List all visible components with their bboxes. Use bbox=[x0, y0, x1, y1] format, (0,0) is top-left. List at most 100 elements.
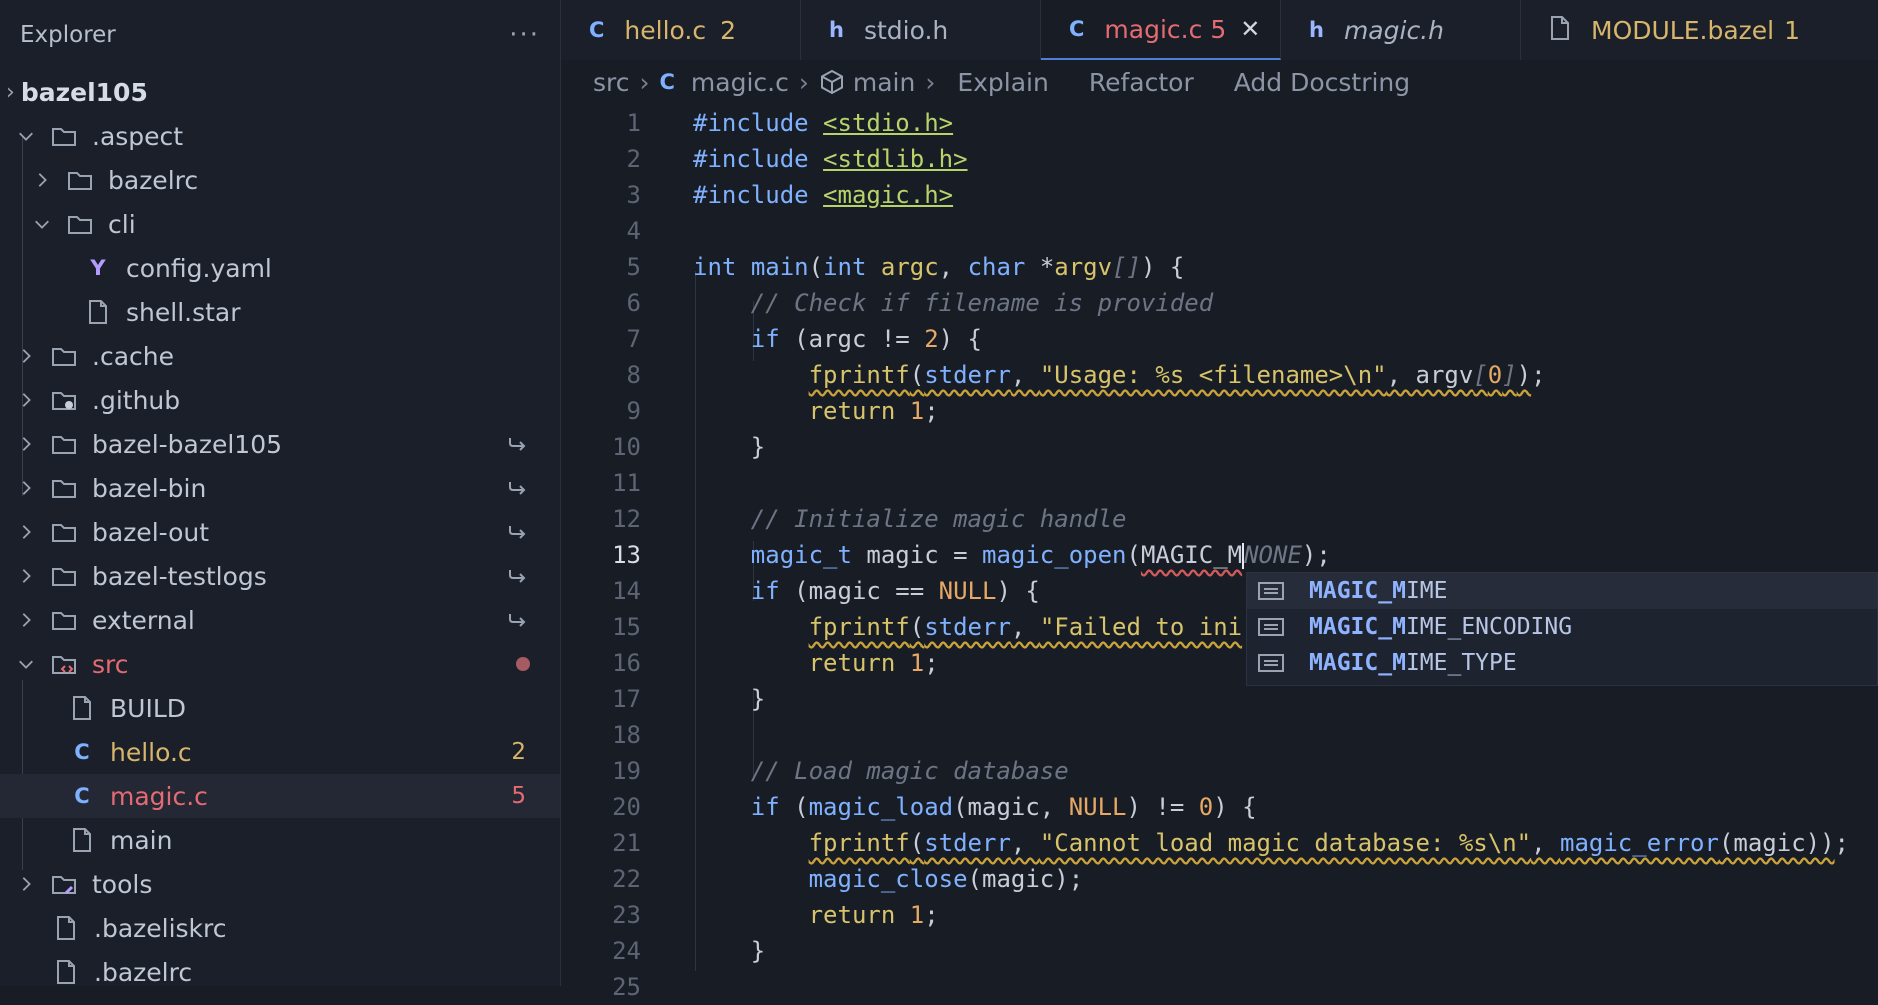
tree-folder-bazelrc[interactable]: bazelrc bbox=[0, 158, 560, 202]
tree-file-magic-c[interactable]: C magic.c 5 bbox=[0, 774, 560, 818]
tree-file-bazelrc[interactable]: .bazelrc bbox=[0, 950, 560, 986]
code-text: if (magic == NULL) { bbox=[750, 577, 1040, 605]
tree-folder-src[interactable]: src bbox=[0, 642, 560, 686]
line-number: 14 bbox=[612, 577, 641, 605]
tree-item-label: .bazelrc bbox=[94, 957, 193, 987]
chevron-right-icon bbox=[32, 170, 52, 190]
suggestion-item[interactable]: MAGIC_MIME_ENCODING bbox=[1247, 609, 1877, 645]
problem-count-badge: 5 bbox=[511, 783, 526, 809]
code-text: } bbox=[693, 937, 766, 965]
tree-folder-bazel-testlogs[interactable]: bazel-testlogs bbox=[0, 554, 560, 598]
code-line: 12 // Initialize magic handle bbox=[561, 501, 1878, 537]
tree-folder-external[interactable]: external bbox=[0, 598, 560, 642]
c-file-icon: C bbox=[589, 18, 605, 42]
folder-icon bbox=[66, 166, 94, 194]
code-line: 23 return 1; bbox=[561, 897, 1878, 933]
code-line: 10 } bbox=[561, 429, 1878, 465]
tree-file-main[interactable]: main bbox=[0, 818, 560, 862]
tree-file-hello-c[interactable]: C hello.c 2 bbox=[0, 730, 560, 774]
code-text: return 1; bbox=[808, 649, 939, 677]
tree-file-bazeliskrc[interactable]: .bazeliskrc bbox=[0, 906, 560, 950]
tree-folder-bazel-out[interactable]: bazel-out bbox=[0, 510, 560, 554]
tree-item-label: cli bbox=[108, 209, 136, 239]
tree-folder-bazel-bin[interactable]: bazel-bin bbox=[0, 466, 560, 510]
tree-root[interactable]: › bazel105 bbox=[0, 70, 560, 114]
line-number: 2 bbox=[626, 145, 641, 173]
tree-file-build[interactable]: BUILD bbox=[0, 686, 560, 730]
constant-symbol-icon bbox=[1258, 582, 1284, 600]
folder-icon bbox=[66, 210, 94, 238]
close-icon[interactable]: ✕ bbox=[1240, 15, 1260, 43]
tree-file-config-yaml[interactable]: Y config.yaml bbox=[0, 246, 560, 290]
tab-magic-c[interactable]: C magic.c 5 ✕ bbox=[1041, 0, 1281, 60]
tree-item-label: .aspect bbox=[92, 121, 184, 151]
constant-symbol-icon bbox=[1258, 654, 1284, 672]
line-number: 18 bbox=[612, 721, 641, 749]
tree-file-shell-star[interactable]: shell.star bbox=[0, 290, 560, 334]
chevron-right-icon bbox=[16, 566, 36, 586]
tree-folder-bazel-bazel105[interactable]: bazel-bazel105 bbox=[0, 422, 560, 466]
explain-action[interactable]: Explain bbox=[957, 68, 1049, 97]
code-line: 11 bbox=[561, 465, 1878, 501]
breadcrumb-item-src[interactable]: src bbox=[593, 68, 630, 97]
add-docstring-action[interactable]: Add Docstring bbox=[1234, 68, 1410, 97]
github-folder-icon bbox=[50, 386, 78, 414]
folder-icon bbox=[50, 122, 78, 150]
suggestion-item[interactable]: MAGIC_MIME bbox=[1247, 573, 1877, 609]
folder-icon bbox=[50, 430, 78, 458]
chevron-right-icon bbox=[16, 390, 36, 410]
refactor-action[interactable]: Refactor bbox=[1089, 68, 1194, 97]
tree-item-label: bazel-bin bbox=[92, 473, 207, 503]
breadcrumb-item-main[interactable]: main bbox=[853, 68, 915, 97]
code-line: 17 } bbox=[561, 681, 1878, 717]
symlink-icon bbox=[509, 570, 526, 583]
tab-module-bazel[interactable]: MODULE.bazel 1 bbox=[1521, 0, 1800, 60]
tree-item-label: bazelrc bbox=[108, 165, 199, 195]
chevron-right-icon bbox=[16, 874, 36, 894]
code-text: magic_close(magic); bbox=[808, 865, 1084, 893]
tree-folder-aspect[interactable]: .aspect bbox=[0, 114, 560, 158]
tab-hello-c[interactable]: C hello.c 2 bbox=[561, 0, 801, 60]
chevron-right-icon bbox=[16, 478, 36, 498]
line-number: 21 bbox=[612, 829, 641, 857]
tab-stdio-h[interactable]: h stdio.h bbox=[801, 0, 1041, 60]
code-text: magic_t magic = magic_open(MAGIC_MNONE); bbox=[750, 541, 1331, 569]
tab-label: stdio.h bbox=[863, 15, 949, 45]
suggestion-item[interactable]: MAGIC_MIME_TYPE bbox=[1247, 645, 1877, 681]
chevron-right-icon: › bbox=[639, 67, 650, 97]
tree-item-label: hello.c bbox=[110, 737, 192, 767]
tree-item-label: tools bbox=[92, 869, 153, 899]
file-icon bbox=[1549, 15, 1571, 45]
more-actions-icon[interactable]: ··· bbox=[509, 20, 540, 50]
chevron-right-icon bbox=[16, 434, 36, 454]
suggestion-label: MAGIC_MIME_ENCODING bbox=[1309, 614, 1573, 640]
tree-folder-github[interactable]: .github bbox=[0, 378, 560, 422]
file-icon bbox=[68, 694, 96, 722]
tab-label: hello.c bbox=[624, 15, 707, 45]
h-file-icon: h bbox=[829, 18, 844, 42]
tree-item-label: main bbox=[110, 825, 173, 855]
folder-icon bbox=[50, 342, 78, 370]
tree-folder-tools[interactable]: tools bbox=[0, 862, 560, 906]
tree-folder-cli[interactable]: cli bbox=[0, 202, 560, 246]
code-line: 4 bbox=[561, 213, 1878, 249]
folder-icon bbox=[50, 562, 78, 590]
code-text: #include <stdlib.h> bbox=[693, 145, 968, 173]
tab-label: magic.c bbox=[1104, 14, 1203, 44]
symlink-icon bbox=[509, 438, 526, 451]
symlink-icon bbox=[509, 614, 526, 627]
code-line: 19 // Load magic database bbox=[561, 753, 1878, 789]
suggestion-label: MAGIC_MIME_TYPE bbox=[1309, 650, 1517, 676]
tab-problem-count: 5 bbox=[1210, 14, 1227, 44]
explorer-header: Explorer ··· bbox=[0, 0, 560, 70]
tree-folder-cache[interactable]: .cache bbox=[0, 334, 560, 378]
code-line: 25 bbox=[561, 969, 1878, 1005]
chevron-right-icon bbox=[16, 610, 36, 630]
code-editor[interactable]: 1 #include <stdio.h> 2 #include <stdlib.h>… bbox=[561, 105, 1878, 1001]
chevron-right-icon: › bbox=[798, 67, 809, 97]
code-text: if (argc != 2) { bbox=[750, 325, 983, 353]
tree-item-label: external bbox=[92, 605, 195, 635]
breadcrumb-item-file[interactable]: magic.c bbox=[691, 68, 789, 97]
tab-magic-h[interactable]: h magic.h bbox=[1281, 0, 1521, 60]
code-line: 7 if (argc != 2) { bbox=[561, 321, 1878, 357]
